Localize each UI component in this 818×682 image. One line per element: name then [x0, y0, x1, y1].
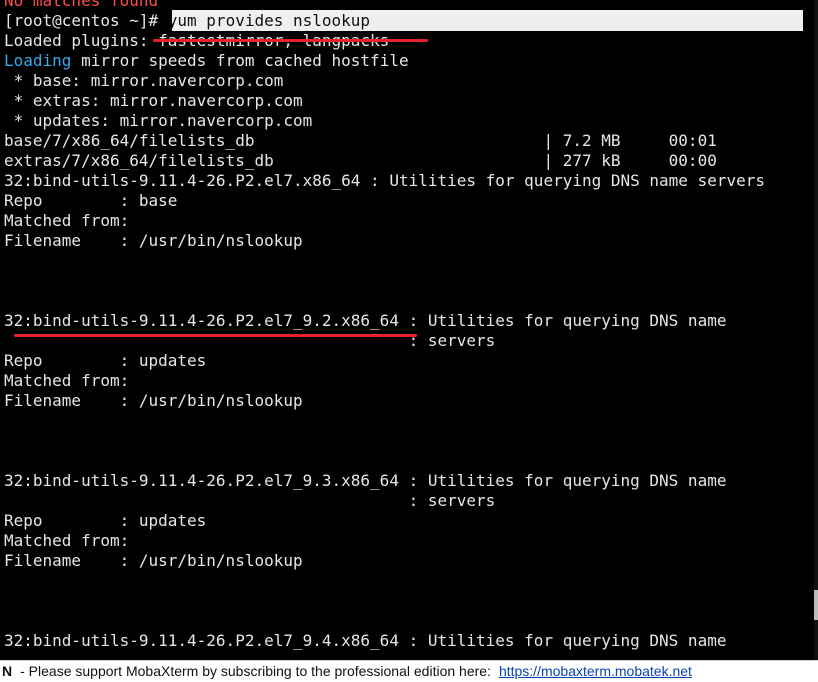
package-result-3-cont: : servers — [4, 491, 496, 510]
command-line: [root@centos ~]# yum provides nslookup — [4, 11, 370, 31]
terminal-scrollbar[interactable] — [814, 0, 818, 660]
mirror-base-line: * base: mirror.navercorp.com — [4, 71, 284, 90]
mirror-updates-line: * updates: mirror.navercorp.com — [4, 111, 313, 130]
package-result-4: 32:bind-utils-9.11.4-26.P2.el7_9.4.x86_6… — [4, 631, 727, 650]
matched-from-line-3: Matched from: — [4, 531, 130, 550]
no-matches-message: No matches found — [4, 0, 159, 10]
terminal-output[interactable]: No matches found [root@centos ~]# yum pr… — [0, 0, 818, 660]
loading-keyword: Loading — [4, 51, 72, 70]
shell-prompt: [root@centos ~]# — [4, 11, 168, 30]
repo-line-3: Repo : updates — [4, 511, 207, 530]
status-bar: N - Please support MobaXterm by subscribi… — [0, 660, 818, 682]
download-extras-line: extras/7/x86_64/filelists_db | 277 kB 00… — [4, 151, 717, 170]
annotation-underline-plugins — [153, 39, 428, 42]
package-result-1: 32:bind-utils-9.11.4-26.P2.el7.x86_64 : … — [4, 171, 765, 190]
typed-command[interactable]: yum provides nslookup — [168, 11, 370, 30]
repo-line-1: Repo : base — [4, 191, 178, 210]
package-result-2: 32:bind-utils-9.11.4-26.P2.el7_9.2.x86_6… — [4, 311, 727, 330]
support-message: - Please support MobaXterm by subscribin… — [20, 663, 491, 679]
filename-line-3: Filename : /usr/bin/nslookup — [4, 551, 303, 570]
repo-line-2: Repo : updates — [4, 351, 207, 370]
matched-from-line-1: Matched from: — [4, 211, 130, 230]
status-prefix: N — [2, 663, 13, 679]
annotation-underline-package — [14, 334, 417, 337]
loading-rest: mirror speeds from cached hostfile — [71, 51, 409, 70]
filename-line-2: Filename : /usr/bin/nslookup — [4, 391, 303, 410]
mirror-extras-line: * extras: mirror.navercorp.com — [4, 91, 303, 110]
matched-from-line-2: Matched from: — [4, 371, 130, 390]
download-base-line: base/7/x86_64/filelists_db | 7.2 MB 00:0… — [4, 131, 717, 150]
loading-line: Loading mirror speeds from cached hostfi… — [4, 51, 409, 71]
filename-line-1: Filename : /usr/bin/nslookup — [4, 231, 303, 250]
package-result-3: 32:bind-utils-9.11.4-26.P2.el7_9.3.x86_6… — [4, 471, 727, 490]
terminal-scrollbar-thumb[interactable] — [814, 590, 818, 620]
mobaxterm-link[interactable]: https://mobaxterm.mobatek.net — [499, 663, 692, 679]
